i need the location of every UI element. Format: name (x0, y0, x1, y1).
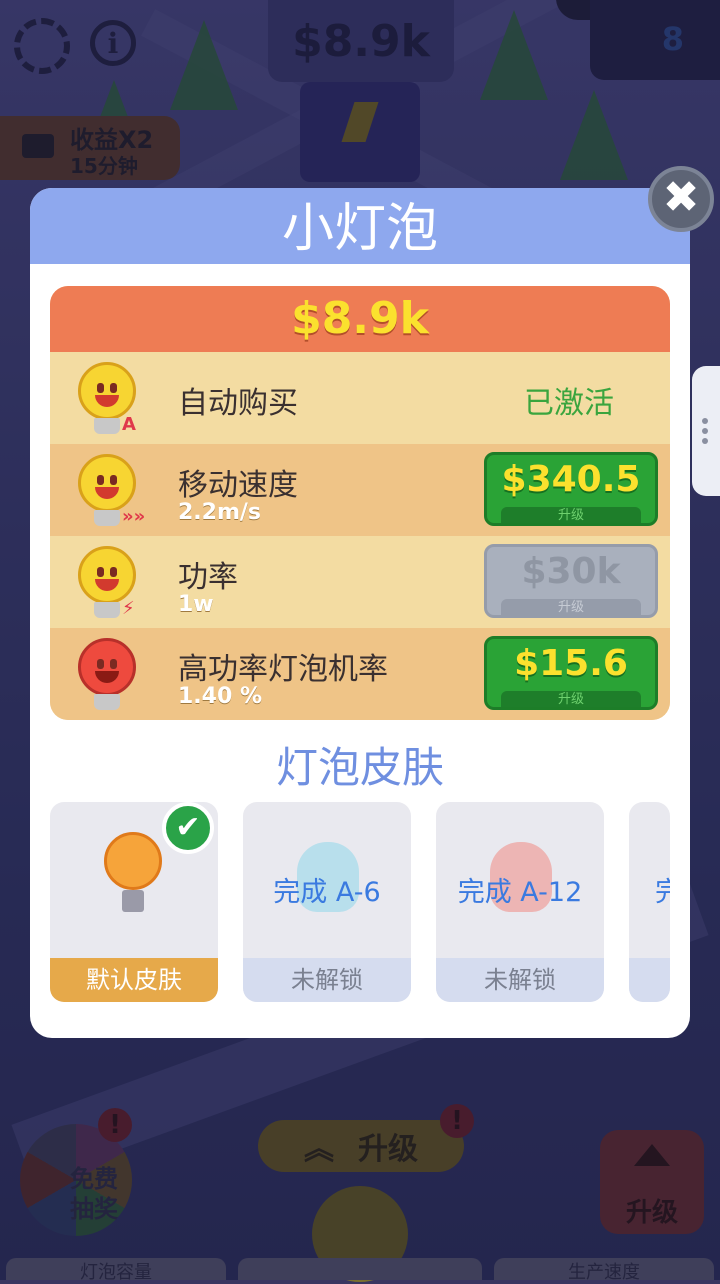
row-auto-buy: A 自动购买 已激活 (50, 352, 670, 444)
button-label: 升级 (501, 691, 641, 707)
skin-footer (629, 958, 670, 1002)
bulb-icon (78, 546, 136, 604)
button-label: 升级 (501, 507, 641, 523)
bulb-price: $8.9k (291, 293, 429, 344)
unlock-condition: 完成 A-12 (457, 877, 583, 908)
row-value: 1w (178, 592, 214, 617)
row-power: ⚡ 功率 1w $30k 升级 (50, 536, 670, 628)
skin-card-partial[interactable]: 完 (629, 802, 670, 1002)
close-button[interactable]: ✖ (648, 166, 714, 232)
upgrade-power-button[interactable]: $30k 升级 (484, 544, 658, 618)
row-value: 1.40 % (178, 684, 262, 709)
auto-badge-icon: A (122, 414, 136, 435)
unlock-condition: 完 (655, 877, 670, 908)
bulb-icon (78, 362, 136, 420)
skin-bulb-icon (104, 832, 162, 890)
modal-title: 小灯泡 (281, 199, 438, 259)
lightning-badge-icon: ⚡ (122, 598, 135, 619)
selected-check-icon: ✔ (162, 802, 214, 854)
skin-card-locked[interactable]: 完成 A-12 未解锁 (436, 802, 604, 1002)
skins-section-title: 灯泡皮肤 (275, 743, 444, 792)
status-active-label: 已激活 (524, 386, 614, 421)
skin-card-locked[interactable]: 完成 A-6 未解锁 (243, 802, 411, 1002)
speed-arrows-icon: »» (122, 506, 146, 527)
upgrade-speed-button[interactable]: $340.5 升级 (484, 452, 658, 526)
button-price: $340.5 (501, 459, 641, 500)
row-name: 高功率灯泡机率 (178, 652, 388, 687)
red-bulb-icon (78, 638, 136, 696)
skin-footer: 未解锁 (243, 958, 411, 1002)
upgrade-chance-button[interactable]: $15.6 升级 (484, 636, 658, 710)
unlock-condition: 完成 A-6 (273, 877, 381, 908)
row-name: 功率 (178, 560, 238, 595)
row-name: 自动购买 (178, 386, 298, 421)
row-high-power-chance: 高功率灯泡机率 1.40 % $15.6 升级 (50, 628, 670, 720)
bulb-icon (78, 454, 136, 512)
skin-footer: 未解锁 (436, 958, 604, 1002)
row-move-speed: »» 移动速度 2.2m/s $340.5 升级 (50, 444, 670, 536)
button-price: $15.6 (514, 643, 628, 684)
row-name: 移动速度 (178, 468, 298, 503)
price-bar: $8.9k (50, 286, 670, 352)
button-label: 升级 (501, 599, 641, 615)
skin-footer: 默认皮肤 (50, 958, 218, 1002)
side-handle[interactable] (692, 366, 720, 496)
bulb-detail-modal: 小灯泡 $8.9k A 自动购买 已激活 »» 移动速度 2.2m/s $340… (30, 188, 690, 1038)
button-price: $30k (521, 551, 621, 592)
row-value: 2.2m/s (178, 500, 262, 525)
stats-panel: $8.9k A 自动购买 已激活 »» 移动速度 2.2m/s $340.5 升… (50, 286, 670, 720)
